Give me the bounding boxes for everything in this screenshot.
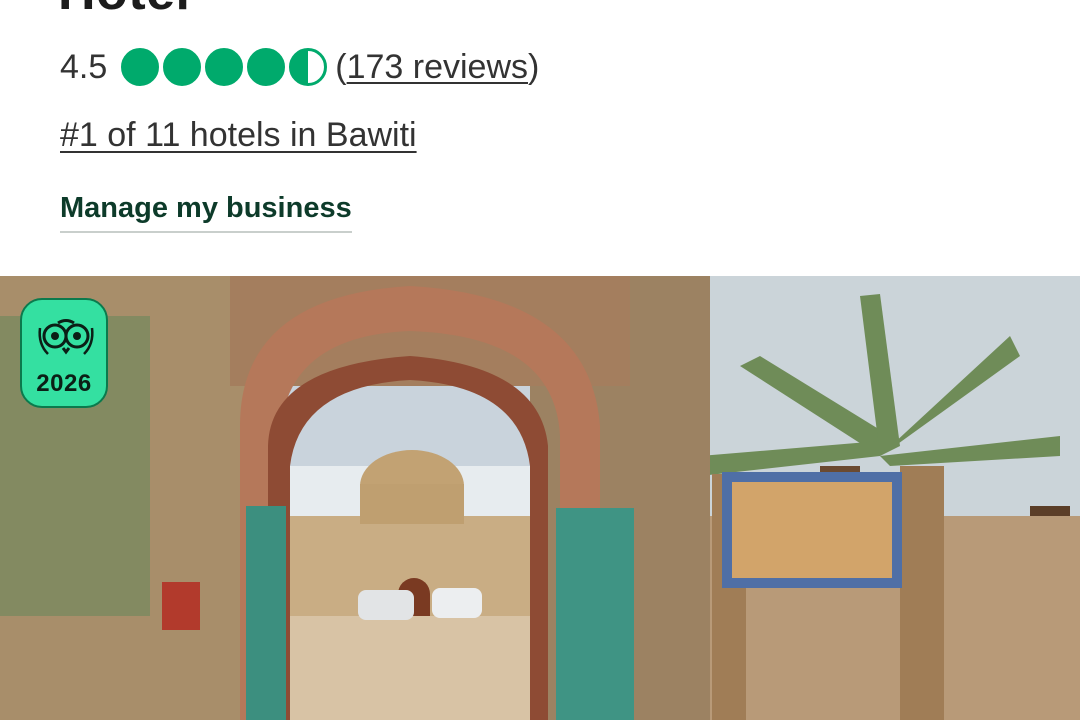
manage-business-link[interactable]: Manage my business [60,192,352,233]
rating-bubbles [121,48,328,86]
rating-bubble-icon [121,48,160,86]
reviews-open-paren: ( [335,47,347,86]
badge-year: 2026 [36,370,92,397]
travelers-choice-badge: 2026 [20,298,108,408]
hotel-entrance-illustration [0,276,1080,720]
rating-half-bubble-icon [289,48,328,86]
rating-bubble-icon [163,48,202,86]
hotel-title: Hotel [58,0,191,18]
rating-bubble-icon [247,48,286,86]
reviews-close-paren: ) [528,47,540,86]
reviews-count: (173 reviews) [335,48,539,87]
rating-bubble-icon [205,48,244,86]
ranking-link[interactable]: #1 of 11 hotels in Bawiti [60,116,417,155]
rating-row: 4.5 (173 reviews) [60,44,539,90]
rating-score: 4.5 [60,47,108,86]
reviews-link[interactable]: 173 reviews [347,48,528,86]
hotel-photo[interactable]: 2026 [0,276,1080,720]
tripadvisor-owl-icon [38,319,94,355]
